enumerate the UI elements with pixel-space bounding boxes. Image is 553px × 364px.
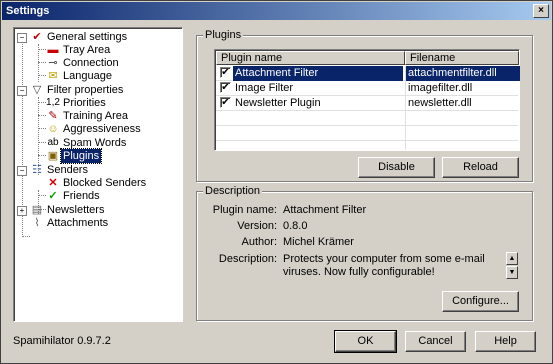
settings-window: Settings × − ✔ General settings ▬ Tray A… — [0, 0, 553, 364]
column-header-plugin-name[interactable]: Plugin name — [216, 51, 405, 65]
tray-icon: ▬ — [47, 44, 59, 56]
tree-item-friends[interactable]: ✓ Friends — [14, 189, 180, 203]
window-title: Settings — [6, 5, 50, 17]
tree-item-label: Priorities — [63, 97, 106, 109]
cross-icon: ✕ — [48, 177, 58, 189]
funnel-icon: ▽ — [32, 84, 42, 96]
collapse-toggle[interactable]: − — [17, 33, 27, 43]
filename-cell: imagefilter.dll — [408, 82, 473, 94]
scroll-up-button[interactable]: ▲ — [506, 252, 518, 265]
training-icon: ✎ — [48, 110, 58, 122]
plugin-name-cell: Newsletter Plugin — [235, 97, 321, 109]
tree-line — [22, 236, 30, 237]
priorities-icon: 1,2 — [46, 97, 60, 108]
tree-item-label: Newsletters — [47, 204, 105, 216]
tree-item-label: Connection — [63, 57, 119, 69]
tree-item-label: Tray Area — [63, 44, 111, 56]
description-label: Description: — [218, 253, 277, 265]
paperclip-icon: ⌇ — [34, 217, 40, 229]
filename-cell: newsletter.dll — [408, 97, 472, 109]
face-icon: ☺ — [47, 123, 59, 135]
expand-toggle[interactable]: + — [17, 206, 27, 216]
grid-line — [216, 140, 518, 141]
tree-item-aggressiveness[interactable]: ☺ Aggressiveness — [14, 122, 180, 136]
tree-item-senders[interactable]: − ☷ Senders — [14, 163, 180, 177]
reload-button[interactable]: Reload — [442, 157, 519, 178]
tree-item-newsletters[interactable]: + ▤ Newsletters — [14, 203, 180, 217]
plugin-name-label: Plugin name: — [212, 204, 277, 216]
table-row[interactable]: ✔ Newsletter Plugin newsletter.dll — [216, 96, 518, 111]
author-value: Michel Krämer — [283, 236, 354, 248]
grid-line — [216, 125, 518, 126]
version-value: 0.8.0 — [283, 220, 308, 232]
cancel-button[interactable]: Cancel — [405, 331, 466, 352]
tree-item-label: Language — [63, 70, 112, 82]
language-icon: ✉ — [48, 70, 58, 82]
checkmark-icon: ✓ — [48, 190, 58, 202]
table-row[interactable]: ✔ Attachment Filter attachmentfilter.dll — [216, 66, 520, 81]
scroll-down-button[interactable]: ▼ — [506, 266, 518, 279]
disable-button[interactable]: Disable — [358, 157, 435, 178]
tree-item-label: Spam Words — [63, 137, 127, 149]
tree-item-label: Filter properties — [47, 84, 124, 96]
settings-icon: ✔ — [32, 31, 42, 43]
enable-checkbox[interactable]: ✔ — [220, 67, 231, 78]
plug-icon: ⊸ — [48, 57, 58, 69]
tree-item-plugins[interactable]: ▣ Plugins — [14, 148, 180, 164]
plugins-list[interactable]: Plugin name Filename ✔ Attachment Filter… — [214, 49, 520, 151]
ok-button[interactable]: OK — [334, 330, 397, 353]
filename-cell: attachmentfilter.dll — [406, 66, 520, 81]
tree-item-label: Blocked Senders — [63, 177, 147, 189]
help-button[interactable]: Help — [475, 331, 536, 352]
configure-button[interactable]: Configure... — [442, 291, 519, 312]
tree-item-label: Senders — [47, 164, 88, 176]
close-button[interactable]: × — [533, 4, 549, 18]
tree-item-attachments[interactable]: ⌇ Attachments — [14, 216, 180, 230]
version-label: Version: — [237, 220, 277, 232]
newsletter-icon: ▤ — [31, 204, 43, 216]
tree-item-label: Friends — [63, 190, 100, 202]
tree-item-general-settings[interactable]: − ✔ General settings — [14, 30, 180, 44]
plugin-icon: ▣ — [47, 150, 59, 162]
title-bar[interactable]: Settings × — [2, 2, 551, 20]
tree-item-tray-area[interactable]: ▬ Tray Area — [14, 43, 180, 57]
collapse-toggle[interactable]: − — [17, 166, 27, 176]
tree-item-label: Attachments — [47, 217, 109, 229]
author-label: Author: — [241, 236, 277, 248]
table-row[interactable]: ✔ Image Filter imagefilter.dll — [216, 81, 518, 96]
version-text: Spamihilator 0.9.7.2 — [13, 335, 111, 347]
tree-item-label: Aggressiveness — [63, 123, 141, 135]
description-group-label: Description — [203, 185, 263, 197]
tree-item-priorities[interactable]: 1,2 Priorities — [14, 96, 180, 110]
tree-item-label: Training Area — [63, 110, 129, 122]
enable-checkbox[interactable]: ✔ — [220, 97, 231, 108]
tree-item-filter-properties[interactable]: − ▽ Filter properties — [14, 83, 180, 97]
collapse-toggle[interactable]: − — [17, 86, 27, 96]
tree-item-blocked-senders[interactable]: ✕ Blocked Senders — [14, 176, 180, 190]
tree-item-training-area[interactable]: ✎ Training Area — [14, 109, 180, 123]
tree-item-spam-words[interactable]: ab Spam Words — [14, 136, 180, 150]
plugin-name-cell: Image Filter — [235, 82, 294, 94]
tree-item-label: General settings — [47, 31, 128, 43]
enable-checkbox[interactable]: ✔ — [220, 82, 231, 93]
plugins-group-label: Plugins — [203, 29, 244, 41]
plugin-name-value: Attachment Filter — [283, 204, 367, 216]
senders-icon: ☷ — [32, 164, 42, 176]
column-header-filename[interactable]: Filename — [405, 51, 519, 65]
tree-item-label: Plugins — [59, 148, 103, 164]
tree-item-connection[interactable]: ⊸ Connection — [14, 56, 180, 70]
words-icon: ab — [47, 137, 59, 148]
tree-item-language[interactable]: ✉ Language — [14, 69, 180, 83]
description-text: Protects your computer from some e-mail … — [283, 253, 485, 278]
plugin-name-cell: Attachment Filter — [233, 66, 403, 81]
settings-tree[interactable]: − ✔ General settings ▬ Tray Area ⊸ Conne… — [13, 27, 183, 322]
